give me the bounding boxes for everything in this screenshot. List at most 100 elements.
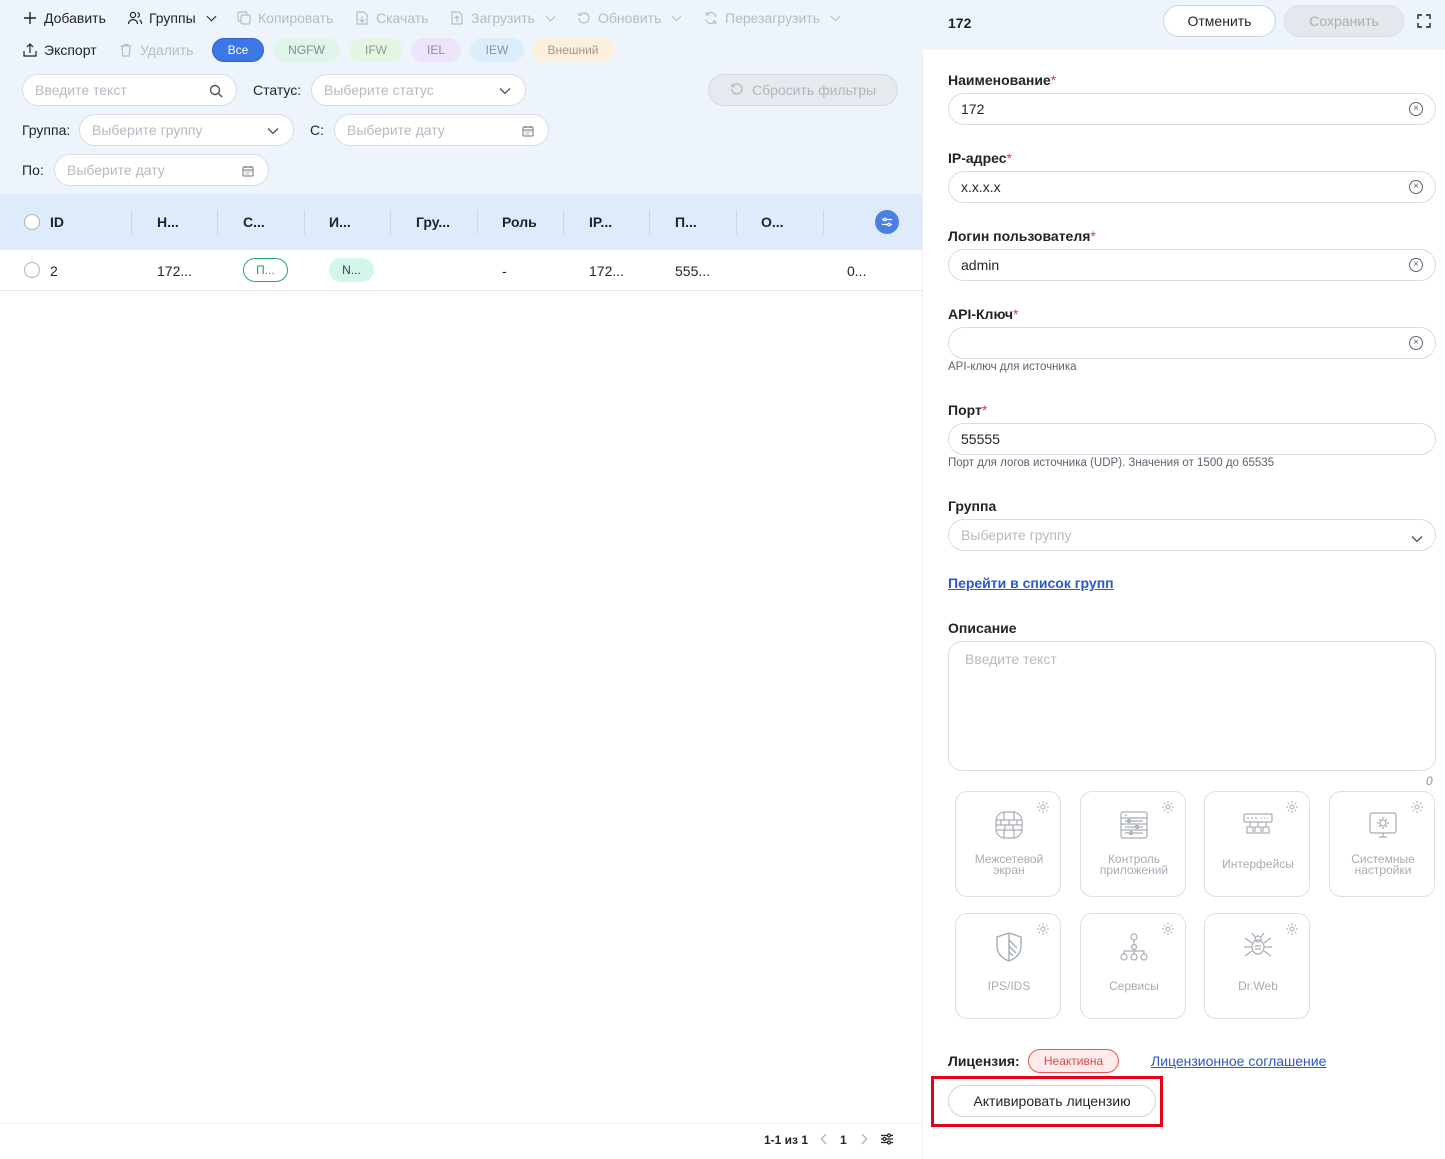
column-settings-button[interactable]	[875, 210, 899, 234]
status-select[interactable]: Выберите статус	[311, 74, 526, 106]
download-file-icon	[354, 10, 370, 26]
module-label: Dr.Web	[1238, 979, 1278, 993]
gear-icon[interactable]	[1161, 800, 1175, 814]
gear-icon[interactable]	[1285, 922, 1299, 936]
search-input[interactable]: Введите текст	[22, 74, 237, 106]
module-ips-ids[interactable]: IPS/IDS	[955, 913, 1061, 1019]
group-select[interactable]: Выберите группу	[948, 519, 1436, 551]
description-textarea[interactable]: Введите текст	[948, 641, 1436, 771]
cell-name: 172...	[157, 263, 193, 279]
next-page-button[interactable]	[860, 1133, 868, 1148]
column-divider	[131, 210, 132, 234]
login-value: admin	[961, 257, 1000, 273]
module-interfaces[interactable]: Интерфейсы	[1204, 791, 1310, 897]
type-badge: N...	[329, 258, 374, 282]
license-agreement-link[interactable]: Лицензионное соглашение	[1151, 1053, 1326, 1069]
column-divider	[390, 210, 391, 234]
column-id[interactable]: ID	[50, 214, 64, 230]
group-list-link[interactable]: Перейти в список групп	[948, 575, 1114, 591]
table-row[interactable]: 2 172... П... N... - 172... 555... 0...	[0, 250, 922, 291]
groups-label: Группы	[149, 10, 196, 26]
filter-iel[interactable]: IEL	[411, 38, 461, 62]
chevron-down-icon	[545, 11, 556, 21]
gear-icon[interactable]	[1285, 800, 1299, 814]
column-ip[interactable]: IP...	[589, 214, 612, 230]
current-page[interactable]: 1	[840, 1133, 847, 1147]
clear-icon[interactable]: ×	[1409, 180, 1423, 194]
license-status-badge: Неактивна	[1028, 1049, 1119, 1073]
login-input[interactable]: admin ×	[948, 249, 1436, 281]
gear-icon[interactable]	[1410, 800, 1424, 814]
filter-external[interactable]: Внешний	[532, 38, 614, 62]
module-label: Сервисы	[1109, 979, 1159, 993]
filter-ifw[interactable]: IFW	[349, 38, 403, 62]
filter-ngfw[interactable]: NGFW	[273, 38, 340, 62]
ip-field-label: IP-адрес*	[948, 150, 1012, 166]
date-from-input[interactable]: Выберите дату	[334, 114, 549, 146]
date-to-input[interactable]: Выберите дату	[54, 154, 269, 186]
delete-button[interactable]: Удалить	[118, 42, 193, 58]
module-firewall[interactable]: Межсетевой экран	[955, 791, 1061, 897]
column-role[interactable]: Роль	[502, 214, 537, 230]
column-status[interactable]: С...	[243, 214, 265, 230]
gear-icon[interactable]	[1036, 922, 1050, 936]
update-button[interactable]: Обновить	[576, 10, 682, 26]
ip-input[interactable]: x.x.x.x ×	[948, 171, 1436, 203]
reboot-button[interactable]: Перезагрузить	[703, 10, 841, 26]
cell-port: 555...	[675, 263, 711, 279]
fullscreen-icon[interactable]	[1417, 14, 1431, 28]
cancel-button[interactable]: Отменить	[1163, 5, 1276, 37]
export-button[interactable]: Экспорт	[22, 42, 97, 58]
copy-button[interactable]: Копировать	[236, 10, 333, 26]
group-placeholder: Выберите группу	[92, 122, 203, 138]
upload-label: Загрузить	[471, 10, 535, 26]
calendar-icon	[240, 163, 256, 179]
column-group[interactable]: Гру...	[416, 214, 450, 230]
column-divider	[563, 210, 564, 234]
clear-icon[interactable]: ×	[1409, 336, 1423, 350]
page-settings-button[interactable]	[880, 1132, 894, 1149]
date-from-placeholder: Выберите дату	[347, 122, 445, 138]
api-key-input[interactable]: ×	[948, 327, 1436, 359]
column-type[interactable]: И...	[329, 214, 351, 230]
row-checkbox[interactable]	[24, 262, 40, 278]
group-placeholder: Выберите группу	[961, 527, 1072, 543]
upload-button[interactable]: Загрузить	[449, 10, 556, 26]
sliders-icon	[881, 1133, 893, 1145]
column-name[interactable]: Н...	[157, 214, 179, 230]
column-divider	[304, 210, 305, 234]
reset-filters-label: Сбросить фильтры	[751, 82, 877, 98]
gear-icon[interactable]	[1161, 922, 1175, 936]
activate-license-button[interactable]: Активировать лицензию	[948, 1085, 1156, 1117]
panel-header: 172 Отменить Сохранить	[923, 0, 1445, 50]
reset-filters-button[interactable]: Сбросить фильтры	[708, 74, 898, 106]
login-field-label: Логин пользователя*	[948, 228, 1096, 244]
groups-button[interactable]: Группы	[127, 10, 217, 26]
module-services[interactable]: Сервисы	[1080, 913, 1186, 1019]
name-input[interactable]: 172 ×	[948, 93, 1436, 125]
module-app-control[interactable]: Контроль приложений	[1080, 791, 1186, 897]
date-to-placeholder: Выберите дату	[67, 162, 165, 178]
gear-icon[interactable]	[1036, 800, 1050, 814]
column-port[interactable]: П...	[675, 214, 697, 230]
group-select[interactable]: Выберите группу	[79, 114, 294, 146]
column-divider	[649, 210, 650, 234]
add-button[interactable]: Добавить	[22, 10, 106, 26]
column-other[interactable]: О...	[761, 214, 784, 230]
clear-icon[interactable]: ×	[1409, 102, 1423, 116]
services-icon	[1117, 930, 1151, 964]
module-system-settings[interactable]: Системные настройки	[1329, 791, 1435, 897]
download-button[interactable]: Скачать	[354, 10, 429, 26]
module-drweb[interactable]: Dr.Web	[1204, 913, 1310, 1019]
trash-icon	[118, 42, 134, 58]
clear-icon[interactable]: ×	[1409, 258, 1423, 272]
select-all-checkbox[interactable]	[24, 214, 40, 230]
add-label: Добавить	[44, 10, 106, 26]
plus-icon	[22, 10, 38, 26]
prev-page-button[interactable]	[820, 1133, 828, 1148]
search-icon	[208, 83, 224, 99]
filter-iew[interactable]: IEW	[470, 38, 524, 62]
port-input[interactable]: 55555	[948, 423, 1436, 455]
filter-all[interactable]: Все	[212, 38, 264, 62]
save-button[interactable]: Сохранить	[1284, 5, 1404, 37]
